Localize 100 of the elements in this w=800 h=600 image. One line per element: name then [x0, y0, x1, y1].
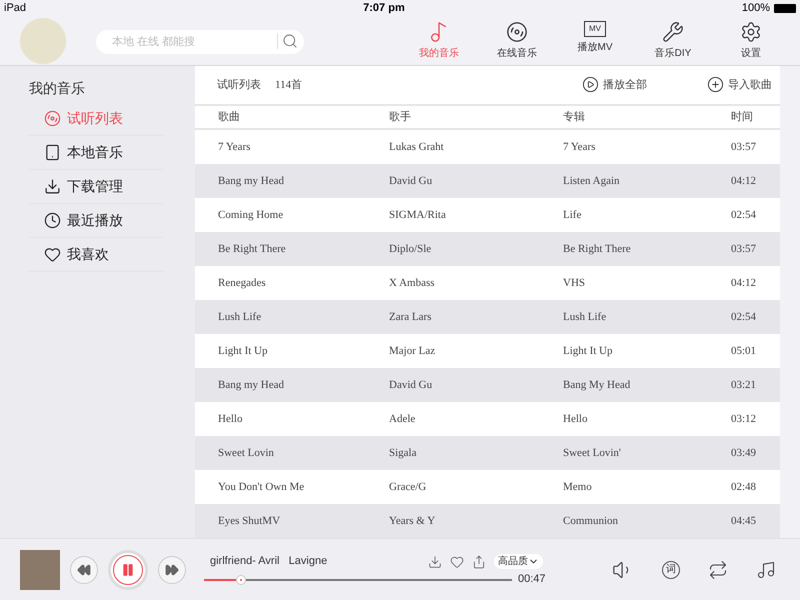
table-cell-text: Be Right There [217, 242, 287, 257]
lyrics-icon[interactable]: 词 [662, 560, 680, 578]
table-cell-text: Bang my Head [217, 174, 285, 189]
table-cell-text: 04:12 [730, 276, 756, 291]
table-cell-text: Hello [562, 412, 588, 427]
column-header: 歌曲 [217, 110, 241, 124]
song-row[interactable]: Bang my Head David Gu Bang My Head 03:21 [195, 368, 780, 402]
table-cell-text: 02:54 [730, 310, 756, 325]
table-cell-text: 04:12 [730, 174, 756, 189]
table-cell-text: Grace/G [388, 480, 428, 495]
search-icon[interactable] [282, 32, 298, 48]
sidebar-title: 我的音乐 [29, 79, 86, 98]
table-cell-text: Lukas Graht [388, 140, 445, 155]
table-cell-text: Diplo/Sle [388, 242, 432, 257]
tools-icon [662, 20, 684, 42]
table-cell-text: 02:48 [730, 480, 756, 495]
download-icon[interactable] [428, 554, 442, 568]
table-cell-text: VHS [562, 276, 586, 291]
device-name: iPad [4, 0, 26, 16]
song-row[interactable]: Eyes ShutMV Years & Y Communion 04:45 [195, 504, 780, 538]
song-row[interactable]: Sweet Lovin Sigala Sweet Lovin' 03:49 [195, 436, 780, 470]
table-cell-text: 03:57 [730, 140, 756, 155]
table-cell-text: Sigala [388, 446, 418, 461]
track-title: girlfriend- Avril Lavigne [209, 554, 328, 570]
column-header: 专辑 [562, 110, 586, 124]
sidebar-item[interactable]: 本地音乐 [29, 136, 163, 170]
sidebar-item[interactable]: 下载管理 [29, 170, 163, 204]
table-cell-text: Adele [388, 412, 416, 427]
table-cell-text: Communion [562, 514, 620, 529]
previous-button[interactable] [70, 556, 98, 584]
table-cell-text: Major Laz [388, 344, 436, 359]
search-field[interactable]: 本地 在线 都能搜 [96, 30, 304, 54]
table-cell-text: Coming Home [217, 208, 284, 223]
import-songs-button[interactable]: 导入歌曲 [707, 76, 772, 94]
settings-icon [740, 20, 762, 42]
next-button[interactable] [158, 556, 186, 584]
table-cell-text: David Gu [388, 378, 434, 393]
rewind-icon [77, 562, 91, 576]
progress-thumb[interactable] [236, 574, 246, 584]
play-circle-icon [582, 76, 599, 94]
music-circle-icon [44, 110, 61, 127]
sidebar-item[interactable]: 最近播放 [29, 204, 163, 238]
nav-tab[interactable]: 设置 [712, 20, 790, 60]
elapsed-time: 00:47 [518, 572, 546, 588]
table-cell-text: Sweet Lovin [217, 446, 275, 461]
battery-icon [774, 4, 796, 12]
heart-icon [44, 246, 61, 263]
nav-tab[interactable]: 音乐DIY [634, 20, 712, 60]
table-cell-text: Lush Life [562, 310, 608, 325]
table-cell-text: 03:49 [730, 446, 756, 461]
repeat-icon[interactable] [708, 560, 728, 580]
clock-icon [44, 212, 61, 229]
pause-button[interactable] [108, 550, 148, 590]
pause-icon [121, 562, 135, 576]
music-disc-icon [506, 20, 528, 42]
table-cell-text: SIGMA/Rita [388, 208, 447, 223]
table-cell-text: 03:57 [730, 242, 756, 257]
table-cell-text: Light It Up [217, 344, 268, 359]
album-cover-placeholder [20, 550, 60, 590]
plus-circle-icon [707, 76, 724, 94]
tablet-icon [44, 144, 61, 161]
table-cell-text: Years & Y [388, 514, 436, 529]
table-cell-text: Sweet Lovin' [562, 446, 622, 461]
mv-icon: MV [584, 20, 606, 36]
quality-dropdown[interactable]: 高品质 [494, 554, 543, 569]
column-header: 歌手 [388, 110, 412, 124]
sidebar-item[interactable]: 我喜欢 [29, 238, 163, 272]
table-cell-text: Light It Up [562, 344, 614, 359]
battery-percent: 100% [742, 0, 770, 16]
status-time: 7:07 pm [363, 0, 405, 16]
share-icon[interactable] [472, 554, 486, 568]
table-cell-text: 05:01 [730, 344, 756, 359]
song-count: 114首 [275, 78, 302, 92]
table-cell-text: Listen Again [562, 174, 621, 189]
heart-icon[interactable] [450, 554, 464, 568]
table-cell-text: Memo [562, 480, 593, 495]
table-cell-text: 7 Years [217, 140, 252, 155]
table-cell-text: Bang my Head [217, 378, 285, 393]
table-cell-text: You Don't Own Me [217, 480, 306, 495]
song-row[interactable]: Be Right There Diplo/Sle Be Right There 03:57 [195, 232, 780, 266]
table-cell-text: Bang My Head [562, 378, 632, 393]
song-row[interactable]: Lush Life Zara Lars Lush Life 02:54 [195, 300, 780, 334]
table-cell-text: 03:21 [730, 378, 756, 393]
table-cell-text: 02:54 [730, 208, 756, 223]
table-cell-text: David Gu [388, 174, 434, 189]
nav-tab[interactable]: 在线音乐 [478, 20, 556, 60]
play-all-button[interactable]: 播放全部 [582, 76, 647, 94]
table-cell-text: Hello [217, 412, 244, 427]
table-cell-text: Zara Lars [388, 310, 432, 325]
table-cell-text: 7 Years [562, 140, 596, 155]
column-header: 时间 [730, 110, 753, 124]
table-cell-text: 03:12 [730, 412, 756, 427]
table-cell-text: Life [562, 208, 582, 223]
fast-forward-icon [165, 562, 179, 576]
list-title: 试听列表 [217, 78, 261, 92]
table-cell-text: Be Right There [562, 242, 632, 257]
song-row[interactable]: Bang my Head David Gu Listen Again 04:12 [195, 164, 780, 198]
table-cell-text: Renegades [217, 276, 267, 291]
table-cell-text: 04:45 [730, 514, 756, 529]
nav-tab[interactable]: MV 播放MV [556, 20, 634, 60]
